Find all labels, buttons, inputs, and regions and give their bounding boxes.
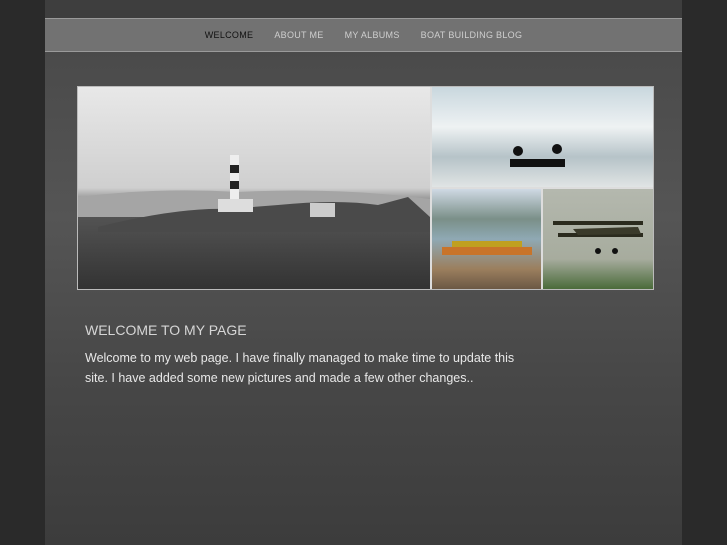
top-band <box>45 0 682 18</box>
nav-my-albums[interactable]: MY ALBUMS <box>345 30 400 40</box>
main-content: WELCOME TO MY PAGE Welcome to my web pag… <box>85 322 525 388</box>
kayaks-photo <box>432 189 541 289</box>
biplane-photo <box>543 189 653 289</box>
header-banner <box>77 86 654 290</box>
beach-boat-photo <box>432 87 653 187</box>
page-container: WELCOME ABOUT ME MY ALBUMS BOAT BUILDING… <box>45 0 682 545</box>
lighthouse-photo <box>78 87 430 289</box>
main-nav: WELCOME ABOUT ME MY ALBUMS BOAT BUILDING… <box>45 18 682 52</box>
nav-about-me[interactable]: ABOUT ME <box>274 30 323 40</box>
nav-boat-building-blog[interactable]: BOAT BUILDING BLOG <box>421 30 523 40</box>
nav-welcome[interactable]: WELCOME <box>205 30 254 40</box>
welcome-text: Welcome to my web page. I have finally m… <box>85 351 515 385</box>
page-heading: WELCOME TO MY PAGE <box>85 322 247 338</box>
